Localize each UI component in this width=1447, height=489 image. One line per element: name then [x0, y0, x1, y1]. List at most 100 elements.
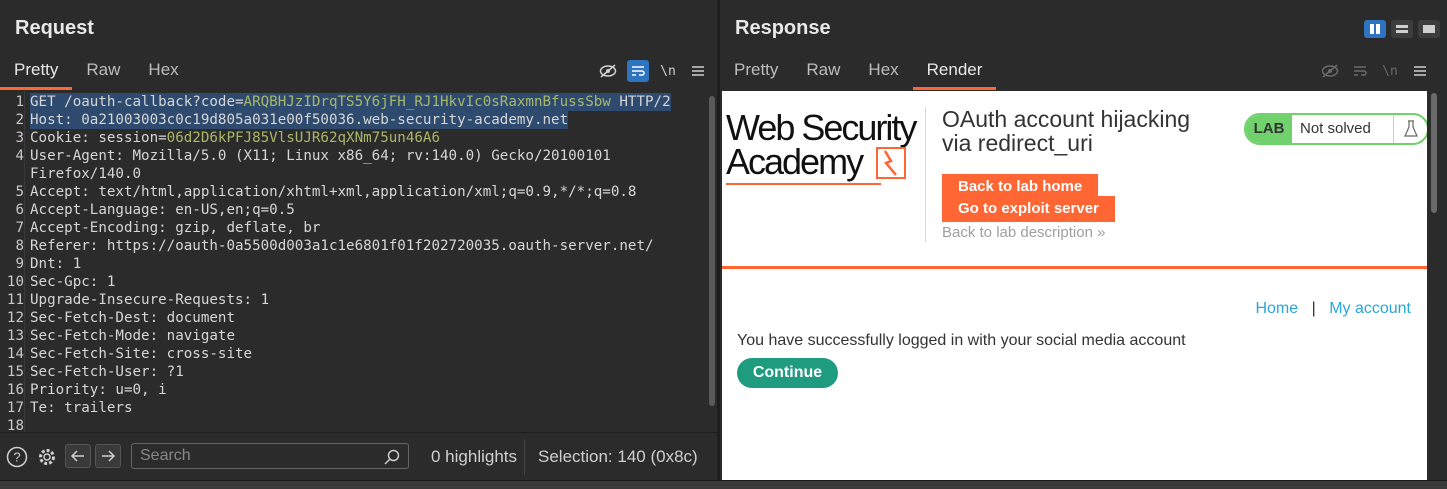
header-value: 1 [72, 256, 82, 272]
line-number: 6 [15, 202, 24, 218]
line-content: Accept-Encoding: gzip, deflate, br [30, 219, 320, 237]
logo-bolt-icon [876, 147, 906, 179]
line-content: Sec-Fetch-Mode: navigate [30, 327, 235, 345]
line-content: Priority: u=0, i [30, 381, 167, 399]
line-content: Sec-Fetch-Site: cross-site [30, 345, 252, 363]
header-key: Accept-Language: [30, 202, 176, 218]
tab-raw[interactable]: Raw [72, 54, 134, 90]
header-key: Host: [30, 112, 82, 128]
header-value: text/html,application/xhtml+xml,applicat… [98, 184, 637, 200]
line-number: 1 [15, 94, 24, 110]
line-number: 18 [6, 418, 24, 432]
header-key: Dnt: [30, 256, 73, 272]
header-separator [925, 107, 926, 242]
line-content: Host: 0a21003003c0c19d805a031e00f50036.w… [30, 111, 569, 129]
lab-status: Not solved [1300, 120, 1371, 137]
header-value: Firefox/140.0 [30, 166, 142, 182]
line-content: Sec-Fetch-User: ?1 [30, 363, 184, 381]
response-title: Response [735, 17, 831, 39]
previous-button[interactable] [65, 444, 91, 468]
next-button[interactable] [95, 444, 121, 468]
menu-icon[interactable] [687, 60, 709, 82]
burp-repeater: Request Pretty Raw Hex \n 1 GET /oauth-ca… [0, 0, 1447, 489]
rendered-page: Web Security Academy OAuth account hijac… [722, 91, 1427, 480]
search-input[interactable] [131, 443, 409, 469]
newline-icon[interactable]: \n [657, 60, 679, 82]
back-to-description-link[interactable]: Back to lab description » [942, 224, 1105, 241]
line-content: GET /oauth-callback?code=ARQBHJzIDrqTS5Y… [30, 93, 671, 111]
render-scrollbar[interactable] [1431, 93, 1437, 213]
tab-pretty[interactable]: Pretty [720, 54, 792, 90]
request-pane: Request Pretty Raw Hex \n 1 GET /oauth-ca… [0, 0, 717, 480]
layout-single-icon[interactable] [1418, 20, 1440, 38]
header-key: Sec-Fetch-Site: [30, 346, 167, 362]
home-link[interactable]: Home [1255, 300, 1298, 317]
my-account-link[interactable]: My account [1329, 300, 1411, 317]
header-value: navigate [166, 328, 236, 344]
tab-render[interactable]: Render [912, 54, 997, 90]
header-key: Sec-Gpc: [30, 274, 107, 290]
lab-label: LAB [1246, 115, 1292, 143]
line-content: Firefox/140.0 [30, 165, 141, 183]
header-key: Referer: [30, 238, 107, 254]
layout-stacked-icon[interactable] [1391, 20, 1413, 38]
header-key: Upgrade-Insecure-Requests: [30, 292, 261, 308]
search-icon [384, 449, 400, 470]
header-value: 0a21003003c0c19d805a031e00f50036.web-sec… [81, 112, 569, 128]
layout-toggle [1364, 20, 1440, 38]
header-value: cross-site [166, 346, 253, 362]
menu-icon[interactable] [1409, 60, 1431, 82]
request-editor[interactable]: 1 GET /oauth-callback?code=ARQBHJzIDrqTS5… [0, 91, 717, 432]
response-toolbar: \n [1319, 60, 1431, 82]
line-number: 8 [15, 238, 24, 254]
hide-eye-icon[interactable] [597, 60, 619, 82]
flask-icon [1393, 115, 1427, 143]
request-tabs: Pretty Raw Hex [0, 54, 193, 90]
request-scrollbar[interactable] [709, 96, 715, 406]
highlights-count: 0 highlights [431, 447, 518, 466]
back-to-description-label: Back to lab description [942, 224, 1093, 241]
wrap-lines-icon[interactable] [1349, 60, 1371, 82]
selection-info: Selection: 140 (0x8c) [538, 447, 698, 466]
tab-pretty[interactable]: Pretty [0, 54, 73, 90]
layout-side-by-side-icon[interactable] [1364, 20, 1386, 38]
line-content: Cookie: session=06d2D6kPFJ85VlsUJR62qXNm… [30, 129, 440, 147]
header-value: 1 [260, 292, 270, 308]
exploit-server-button[interactable]: Go to exploit server [942, 196, 1115, 222]
line-number: 17 [6, 400, 24, 416]
web-security-academy-logo: Web Security Academy [726, 110, 926, 185]
top-links: Home | My account [1255, 300, 1411, 318]
header-value: document [166, 310, 236, 326]
header-value: en-US,en;q=0.5 [175, 202, 295, 218]
tab-hex[interactable]: Hex [134, 54, 192, 90]
continue-button[interactable]: Continue [737, 358, 838, 388]
line-number: 12 [6, 310, 24, 326]
response-pane: Response Pretty Raw Hex Render \n Web Se… [720, 0, 1447, 480]
param-value: ARQBHJzIDrqTS5Y6jFH_RJ1HkvIc0sRaxmnBfuss… [243, 94, 611, 110]
search-bar: ? 0 highlights Selection: 140 (0x8c) [0, 432, 717, 480]
header-value: trailers [64, 400, 133, 416]
chevron-right-icon: » [1097, 224, 1106, 241]
header-key: Sec-Fetch-Dest: [30, 310, 167, 326]
header-key: Te: [30, 400, 65, 416]
hide-eye-icon[interactable] [1319, 60, 1341, 82]
line-number: 11 [6, 292, 24, 308]
header-value: u=0, i [115, 382, 167, 398]
param-value: 06d2D6kPFJ85VlsUJR62qXNm75un46A6 [166, 130, 441, 146]
newline-icon[interactable]: \n [1379, 60, 1401, 82]
line-content: Accept-Language: en-US,en;q=0.5 [30, 201, 295, 219]
help-icon[interactable]: ? [5, 445, 29, 469]
line-number: 10 [6, 274, 24, 290]
wrap-lines-icon[interactable] [627, 60, 649, 82]
status-divider [524, 439, 525, 475]
response-tabs: Pretty Raw Hex Render [720, 54, 997, 90]
tab-hex[interactable]: Hex [854, 54, 912, 90]
header-key: Accept: [30, 184, 99, 200]
header-key: Sec-Fetch-Mode: [30, 328, 167, 344]
tab-raw[interactable]: Raw [792, 54, 854, 90]
line-content: Sec-Fetch-Dest: document [30, 309, 235, 327]
header-value: ?1 [166, 364, 184, 380]
settings-gear-icon[interactable] [35, 445, 59, 469]
login-success-message: You have successfully logged in with you… [737, 332, 1186, 349]
line-content: Te: trailers [30, 399, 133, 417]
